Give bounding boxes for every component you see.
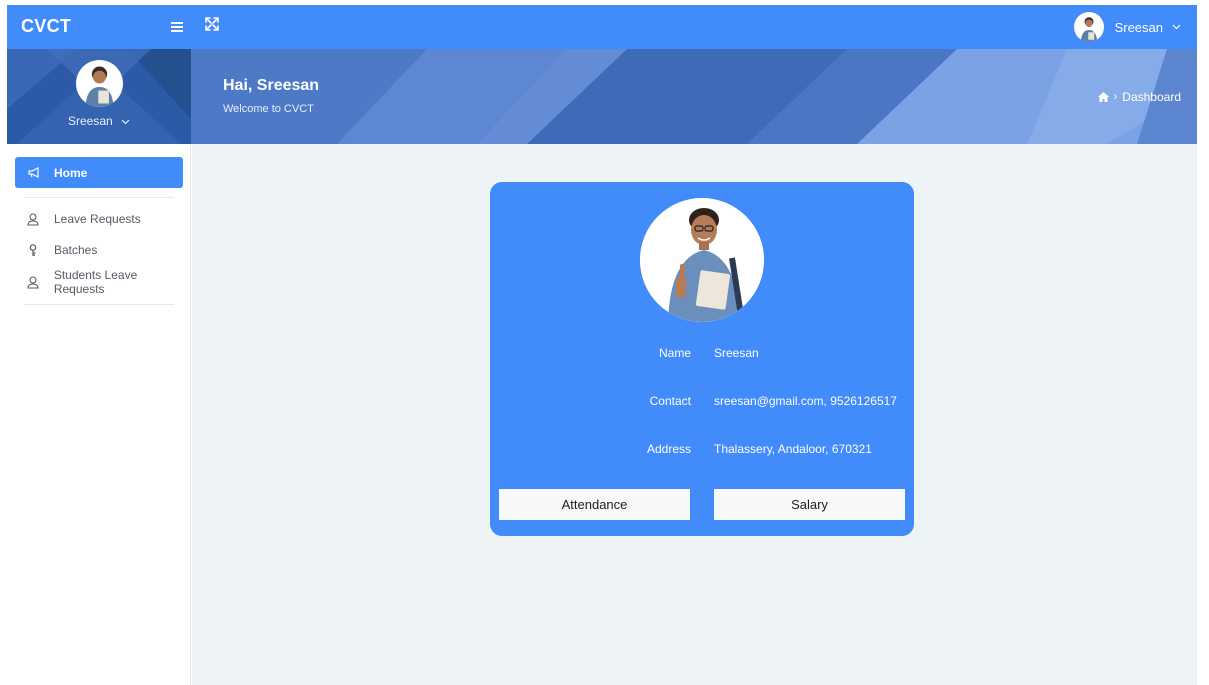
brand-logo[interactable]: CVCT <box>21 16 71 37</box>
fullscreen-button[interactable] <box>204 16 226 38</box>
sidebar-profile-name[interactable]: Sreesan <box>7 114 191 128</box>
page-title: Hai, Sreesan <box>223 77 320 94</box>
page-subtitle: Welcome to CVCT <box>223 103 314 115</box>
divider <box>24 304 174 305</box>
chevron-down-icon <box>1172 24 1181 30</box>
breadcrumb-current: Dashboard <box>1122 90 1181 104</box>
profile-field-address: Address Thalassery, Andaloor, 670321 <box>490 442 914 460</box>
sidebar-profile: Sreesan <box>7 49 191 144</box>
field-value: Sreesan <box>714 346 759 360</box>
expand-icon <box>205 17 219 31</box>
profile-field-contact: Contact sreesan@gmail.com, 9526126517 <box>490 394 914 412</box>
field-label: Address <box>646 442 691 456</box>
sidebar-item-batches[interactable]: Batches <box>25 239 97 261</box>
sidebar: Home Leave Requests Batches Students Lea… <box>7 144 191 685</box>
breadcrumb: › Dashboard <box>1097 90 1181 104</box>
field-label: Name <box>658 346 691 360</box>
chevron-down-icon <box>121 119 130 125</box>
megaphone-icon <box>28 167 41 178</box>
profile-card: Name Sreesan Contact sreesan@gmail.com, … <box>490 182 914 536</box>
home-icon[interactable] <box>1097 92 1109 102</box>
main-content: Name Sreesan Contact sreesan@gmail.com, … <box>192 144 1197 685</box>
sidebar-avatar <box>76 60 123 107</box>
menu-toggle-button[interactable] <box>168 16 190 38</box>
breadcrumb-separator: › <box>1113 91 1118 103</box>
hamburger-icon <box>171 22 183 24</box>
profile-photo <box>640 198 764 322</box>
sidebar-item-leave-requests[interactable]: Leave Requests <box>25 208 141 230</box>
page-header-banner: Sreesan Hai, Sreesan Welcome to CVCT › D… <box>7 49 1197 144</box>
divider <box>24 197 174 198</box>
user-name: Sreesan <box>1114 19 1163 35</box>
key-icon <box>25 243 41 257</box>
field-value: Thalassery, Andaloor, 670321 <box>714 442 872 456</box>
user-icon <box>25 212 41 226</box>
avatar <box>1073 12 1104 42</box>
profile-field-name: Name Sreesan <box>490 346 914 364</box>
user-menu[interactable]: Sreesan <box>1073 11 1187 43</box>
field-value: sreesan@gmail.com, 9526126517 <box>714 394 897 408</box>
attendance-button[interactable]: Attendance <box>499 489 690 520</box>
field-label: Contact <box>649 394 691 408</box>
top-navbar: CVCT Sreesan <box>7 5 1197 49</box>
sidebar-item-students-leave-requests[interactable]: Students Leave Requests <box>25 268 190 296</box>
salary-button[interactable]: Salary <box>714 489 905 520</box>
sidebar-item-home[interactable]: Home <box>15 157 183 188</box>
user-icon <box>25 275 41 289</box>
